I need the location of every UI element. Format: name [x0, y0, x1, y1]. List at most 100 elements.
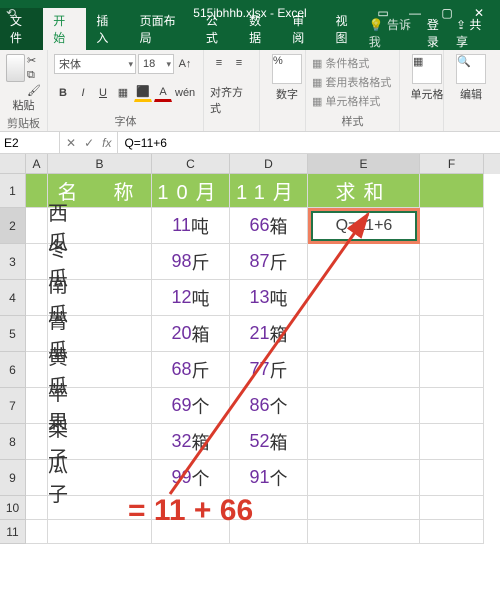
cell[interactable] [308, 244, 420, 280]
cell[interactable] [26, 208, 48, 244]
tab-insert[interactable]: 插入 [86, 8, 129, 50]
tab-view[interactable]: 视图 [325, 8, 368, 50]
cell[interactable]: 68斤 [152, 352, 230, 388]
col-A[interactable]: A [26, 154, 48, 174]
cell[interactable] [308, 388, 420, 424]
cell[interactable] [420, 388, 484, 424]
fill-color-icon[interactable]: ⬛ [134, 84, 152, 102]
italic-button[interactable]: I [74, 84, 92, 102]
cell[interactable] [420, 352, 484, 388]
cell[interactable]: 66箱 [230, 208, 308, 244]
select-all-corner[interactable] [0, 154, 26, 174]
tab-layout[interactable]: 页面布局 [130, 8, 196, 50]
row-header[interactable]: 6 [0, 352, 26, 388]
col-C[interactable]: C [152, 154, 230, 174]
fx-icon[interactable]: fx [102, 136, 111, 150]
editing-button[interactable]: 🔍编辑 [450, 54, 492, 102]
cell[interactable] [420, 520, 484, 544]
cell[interactable] [152, 520, 230, 544]
col-D[interactable]: D [230, 154, 308, 174]
cell[interactable] [26, 388, 48, 424]
row-header[interactable]: 4 [0, 280, 26, 316]
login-button[interactable]: 登录 [427, 16, 450, 50]
cell[interactable]: 69个 [152, 388, 230, 424]
cell[interactable]: 11月 [230, 174, 308, 208]
conditional-format[interactable]: ▦ 条件格式 [312, 55, 393, 71]
cell[interactable]: 13吨 [230, 280, 308, 316]
cancel-fx-icon[interactable]: ✕ [66, 136, 76, 150]
cell[interactable]: 91个 [230, 460, 308, 496]
cell[interactable]: 77斤 [230, 352, 308, 388]
row-header[interactable]: 7 [0, 388, 26, 424]
share-button[interactable]: ⇪ 共享 [456, 16, 492, 50]
tab-data[interactable]: 数据 [239, 8, 282, 50]
cell[interactable]: 98斤 [152, 244, 230, 280]
cell[interactable] [48, 520, 152, 544]
row-header[interactable]: 9 [0, 460, 26, 496]
cell[interactable] [48, 496, 152, 520]
underline-button[interactable]: U [94, 84, 112, 102]
cell[interactable] [420, 174, 484, 208]
font-color-icon[interactable]: A [154, 84, 172, 102]
cell[interactable]: 99个 [152, 460, 230, 496]
cell[interactable] [26, 520, 48, 544]
cell[interactable] [420, 496, 484, 520]
cell[interactable]: 52箱 [230, 424, 308, 460]
cell[interactable] [26, 244, 48, 280]
cell[interactable]: 87斤 [230, 244, 308, 280]
cell[interactable] [26, 496, 48, 520]
cell[interactable] [152, 496, 230, 520]
cell[interactable] [230, 496, 308, 520]
phonetic-icon[interactable]: wén [174, 84, 196, 102]
formula-input[interactable]: Q=11+6 [118, 136, 500, 150]
font-size-combo[interactable]: 18 [138, 54, 174, 74]
cell[interactable]: 21箱 [230, 316, 308, 352]
active-cell[interactable]: Q=11+6 [308, 208, 420, 244]
cell[interactable] [26, 424, 48, 460]
cell[interactable] [26, 280, 48, 316]
cell[interactable] [230, 520, 308, 544]
col-E[interactable]: E [308, 154, 420, 174]
cell[interactable] [26, 460, 48, 496]
cell[interactable]: 瓜 子 [48, 460, 152, 496]
cell[interactable] [308, 352, 420, 388]
cell[interactable] [420, 280, 484, 316]
cell[interactable] [420, 460, 484, 496]
row-header[interactable]: 3 [0, 244, 26, 280]
col-B[interactable]: B [48, 154, 152, 174]
cell[interactable]: 11吨 [152, 208, 230, 244]
align-top-icon[interactable]: ≡ [210, 54, 228, 72]
tell-me[interactable]: 💡 告诉我 [369, 16, 421, 50]
cell[interactable] [420, 208, 484, 244]
tab-review[interactable]: 审阅 [282, 8, 325, 50]
cell-styles[interactable]: ▦ 单元格样式 [312, 93, 393, 109]
row-header[interactable]: 2 [0, 208, 26, 244]
cell[interactable] [26, 352, 48, 388]
cell[interactable] [308, 520, 420, 544]
font-family-combo[interactable]: 宋体 [54, 54, 136, 74]
align-mid-icon[interactable]: ≡ [230, 54, 248, 72]
name-box[interactable]: E2 [0, 132, 60, 153]
cell[interactable]: 求和 [308, 174, 420, 208]
cell[interactable] [420, 424, 484, 460]
cell[interactable] [26, 174, 48, 208]
paste-icon[interactable] [6, 54, 25, 82]
increase-font-icon[interactable]: A↑ [176, 55, 194, 73]
format-painter-icon[interactable]: 🖌 [27, 84, 41, 97]
cell[interactable] [26, 316, 48, 352]
cell[interactable]: 86个 [230, 388, 308, 424]
cell[interactable] [420, 316, 484, 352]
cell[interactable]: 20箱 [152, 316, 230, 352]
enter-fx-icon[interactable]: ✓ [84, 136, 94, 150]
border-icon[interactable]: ▦ [114, 84, 132, 102]
cell[interactable] [308, 460, 420, 496]
row-header[interactable]: 8 [0, 424, 26, 460]
row-header[interactable]: 5 [0, 316, 26, 352]
row-header[interactable]: 10 [0, 496, 26, 520]
align-button[interactable]: 对齐方式 [210, 84, 252, 116]
cell[interactable]: 10月 [152, 174, 230, 208]
cell[interactable] [308, 424, 420, 460]
cell[interactable] [308, 316, 420, 352]
cut-icon[interactable]: ✂ [27, 54, 41, 67]
copy-icon[interactable]: ⧉ [27, 69, 41, 82]
